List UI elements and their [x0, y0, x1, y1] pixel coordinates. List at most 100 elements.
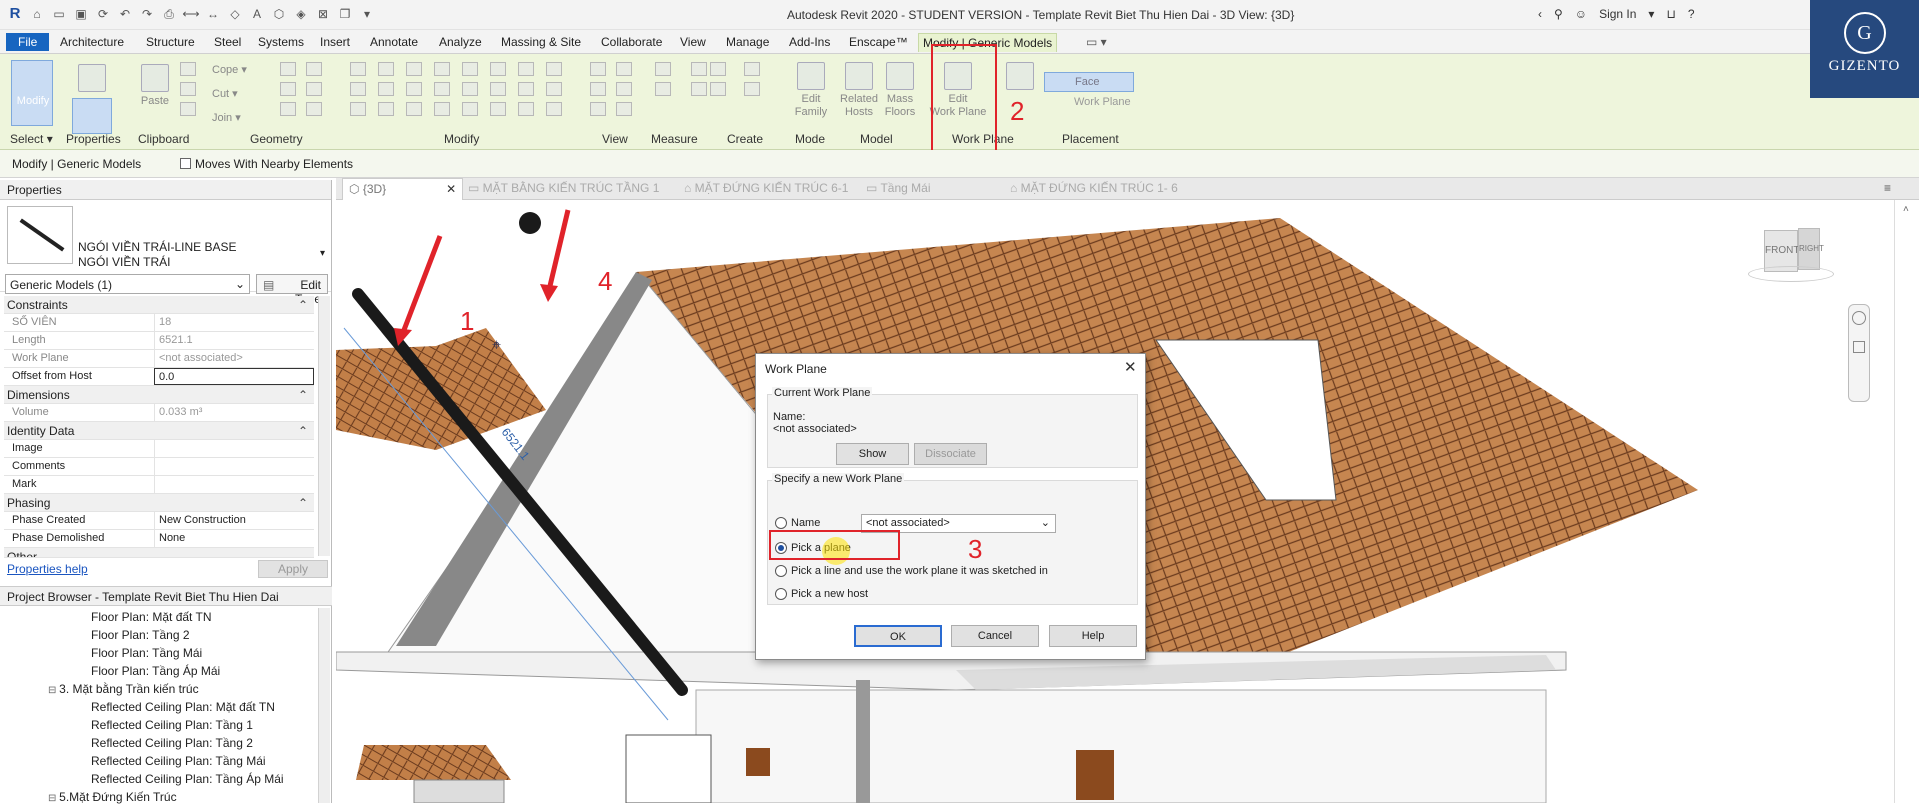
- list-item[interactable]: Reflected Ceiling Plan: Mặt đất TN: [0, 698, 320, 716]
- face-button[interactable]: Face: [1044, 72, 1134, 92]
- list-item[interactable]: ⊟ 3. Mặt bằng Trần kiến trúc: [0, 680, 320, 698]
- tab-view[interactable]: View: [676, 33, 710, 51]
- close-icon[interactable]: ✕: [1124, 358, 1137, 376]
- view-tab-elevation-1-6[interactable]: ⌂ MẶT ĐỨNG KIẾN TRÚC 1- 6: [1010, 181, 1178, 195]
- tab-manage[interactable]: Manage: [722, 33, 773, 51]
- sync-icon[interactable]: ⟳: [94, 6, 112, 22]
- section-other[interactable]: Other: [4, 548, 314, 558]
- zoom-icon[interactable]: [1853, 341, 1865, 353]
- collapse-tree-icon[interactable]: ⊟: [48, 793, 59, 804]
- tab-enscape[interactable]: Enscape™: [845, 33, 912, 51]
- tabs-menu-icon[interactable]: ≡: [1884, 181, 1891, 195]
- back-icon[interactable]: ‹: [1538, 7, 1542, 21]
- mass-floors-button[interactable]: Mass Floors: [877, 62, 923, 119]
- list-item[interactable]: Floor Plan: Tầng Mái: [0, 644, 320, 662]
- ribbon-toggle-icon[interactable]: ▭ ▾: [1082, 33, 1111, 51]
- text-icon[interactable]: A: [248, 6, 266, 22]
- section-dimensions[interactable]: Dimensions ⌃: [4, 386, 314, 404]
- tab-add-ins[interactable]: Add-Ins: [785, 33, 834, 51]
- scroll-up-icon[interactable]: ˄: [1903, 204, 1909, 215]
- project-browser-scrollbar[interactable]: [318, 608, 330, 803]
- sign-in-link[interactable]: Sign In: [1599, 7, 1636, 21]
- checkbox-icon[interactable]: [180, 158, 191, 169]
- table-row[interactable]: Image: [4, 440, 314, 458]
- tab-structure[interactable]: Structure: [142, 33, 199, 51]
- properties-help-link[interactable]: Properties help: [7, 562, 88, 576]
- list-item[interactable]: Floor Plan: Tầng 2: [0, 626, 320, 644]
- ok-button[interactable]: OK: [854, 625, 942, 647]
- cart-icon[interactable]: ⊔: [1666, 7, 1675, 21]
- wall-placement-button[interactable]: [1005, 62, 1035, 93]
- properties-scrollbar[interactable]: [318, 296, 330, 556]
- close-hidden-icon[interactable]: ⊠: [314, 6, 332, 22]
- view-cube-compass[interactable]: [1748, 266, 1834, 282]
- join-button[interactable]: Join ▾: [212, 112, 241, 125]
- measure-icon[interactable]: ⟷: [182, 6, 200, 22]
- tab-steel[interactable]: Steel: [210, 33, 245, 51]
- type-properties-button[interactable]: [72, 64, 112, 95]
- print-icon[interactable]: ⎙: [160, 6, 178, 22]
- search-icon[interactable]: ⚲: [1554, 7, 1563, 21]
- section-constraints[interactable]: Constraints ⌃: [4, 296, 314, 314]
- table-row[interactable]: Mark: [4, 476, 314, 494]
- tab-insert[interactable]: Insert: [316, 33, 354, 51]
- save-icon[interactable]: ▣: [72, 6, 90, 22]
- list-item[interactable]: Reflected Ceiling Plan: Tầng Mái: [0, 752, 320, 770]
- list-item[interactable]: Floor Plan: Mặt đất TN: [0, 608, 320, 626]
- tab-architecture[interactable]: Architecture: [56, 33, 128, 51]
- edit-type-button[interactable]: ▤Edit Type: [256, 274, 328, 306]
- user-icon[interactable]: ☺: [1575, 7, 1587, 21]
- close-icon[interactable]: ✕: [446, 182, 456, 196]
- moves-with-nearby-checkbox[interactable]: Moves With Nearby Elements: [180, 157, 353, 171]
- redo-icon[interactable]: ↷: [138, 6, 156, 22]
- view-tab-elevation-6-1[interactable]: ⌂ MẶT ĐỨNG KIẾN TRÚC 6-1: [684, 181, 848, 195]
- right-scrollbar[interactable]: ˄: [1894, 200, 1919, 803]
- dissociate-button[interactable]: Dissociate: [914, 443, 987, 465]
- view-cube[interactable]: FRONT RIGHT: [1748, 228, 1834, 284]
- apply-button[interactable]: Apply: [258, 560, 328, 578]
- name-radio[interactable]: [775, 517, 787, 529]
- view-tab-tang-mai[interactable]: ▭ Tầng Mái: [866, 181, 931, 195]
- steering-wheel-icon[interactable]: [1852, 311, 1866, 325]
- chevron-down-icon[interactable]: ▾: [1648, 7, 1654, 21]
- table-row[interactable]: Phase Demolished None: [4, 530, 314, 548]
- table-row[interactable]: Comments: [4, 458, 314, 476]
- offset-input[interactable]: 0.0: [154, 368, 314, 385]
- tab-collaborate[interactable]: Collaborate: [597, 33, 666, 51]
- list-item[interactable]: Floor Plan: Tầng Áp Mái: [0, 662, 320, 680]
- cope-button[interactable]: Cope ▾: [212, 64, 247, 77]
- tag-icon[interactable]: ◇: [226, 6, 244, 22]
- list-item[interactable]: ⊟ 5.Mặt Đứng Kiến Trúc: [0, 788, 320, 806]
- undo-icon[interactable]: ↶: [116, 6, 134, 22]
- help-icon[interactable]: ?: [1688, 7, 1695, 21]
- 3d-view-icon[interactable]: ⬡: [270, 6, 288, 22]
- chevron-down-icon[interactable]: ▾: [358, 6, 376, 22]
- chevron-down-icon[interactable]: ▾: [320, 248, 325, 259]
- instance-filter-select[interactable]: Generic Models (1) ⌄: [5, 274, 250, 294]
- home-icon[interactable]: ⌂: [28, 6, 46, 22]
- view-tab-3d[interactable]: ⬡ {3D} ✕: [342, 178, 464, 200]
- dimension-icon[interactable]: ↔: [204, 6, 222, 22]
- section-identity-data[interactable]: Identity Data ⌃: [4, 422, 314, 440]
- show-button[interactable]: Show: [836, 443, 909, 465]
- collapse-tree-icon[interactable]: ⊟: [48, 685, 59, 696]
- tab-annotate[interactable]: Annotate: [366, 33, 422, 51]
- pick-new-host-radio[interactable]: [775, 588, 787, 600]
- switch-windows-icon[interactable]: ❐: [336, 6, 354, 22]
- group-select[interactable]: Select ▾: [10, 132, 53, 146]
- related-hosts-button[interactable]: Related Hosts: [836, 62, 882, 119]
- work-plane-placement-button[interactable]: Work Plane: [1044, 96, 1131, 108]
- edit-family-button[interactable]: Edit Family: [788, 62, 834, 119]
- pick-line-radio[interactable]: [775, 565, 787, 577]
- cancel-button[interactable]: Cancel: [951, 625, 1039, 647]
- section-icon[interactable]: ◈: [292, 6, 310, 22]
- section-phasing[interactable]: Phasing ⌃: [4, 494, 314, 512]
- tab-systems[interactable]: Systems: [254, 33, 308, 51]
- list-item[interactable]: Reflected Ceiling Plan: Tầng 2: [0, 734, 320, 752]
- view-tab-floor-plan[interactable]: ▭ MẶT BẰNG KIẾN TRÚC TẦNG 1: [468, 181, 659, 195]
- list-item[interactable]: Reflected Ceiling Plan: Tầng 1: [0, 716, 320, 734]
- help-button[interactable]: Help: [1049, 625, 1137, 647]
- view-cube-right[interactable]: RIGHT: [1798, 228, 1824, 270]
- tab-analyze[interactable]: Analyze: [435, 33, 486, 51]
- tab-file[interactable]: File: [6, 33, 50, 51]
